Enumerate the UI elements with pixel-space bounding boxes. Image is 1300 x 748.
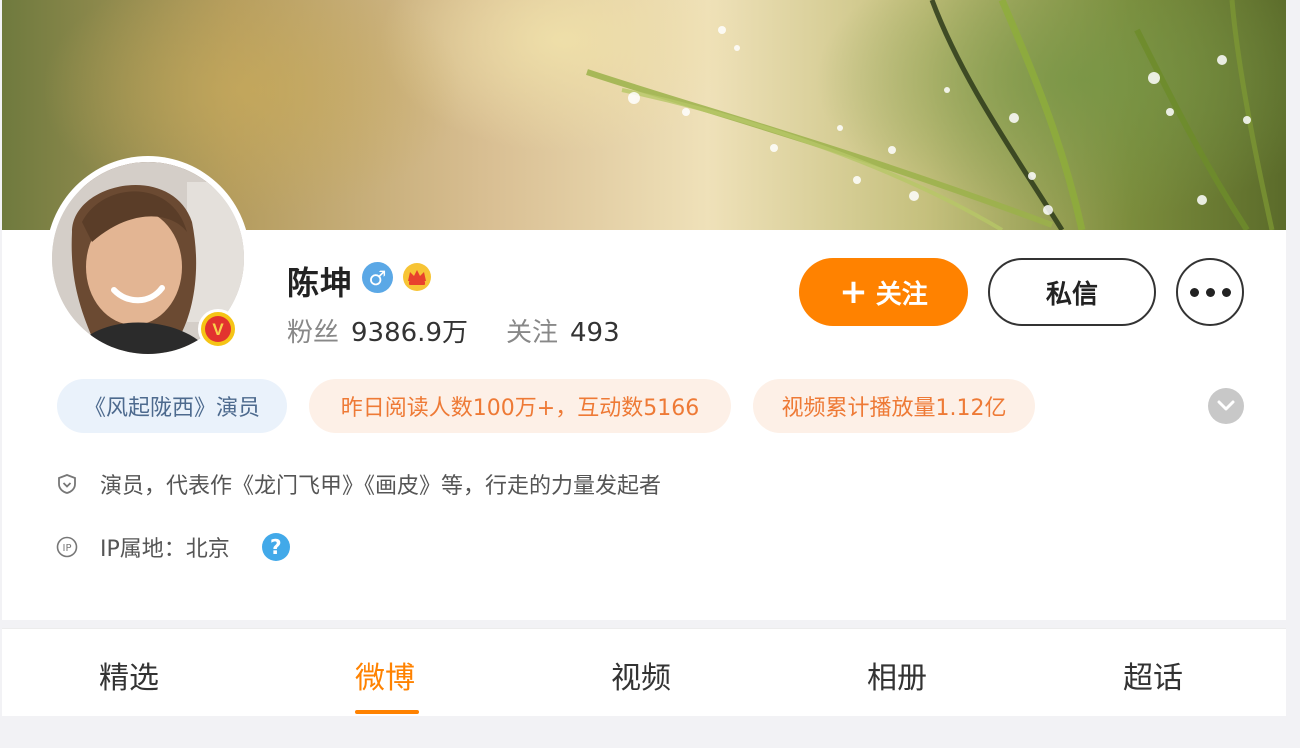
ip-location-text: IP属地：北京 bbox=[100, 537, 230, 562]
page-background-strip bbox=[0, 716, 1300, 748]
profile-stats: 粉丝 9386.9万 关注 493 bbox=[287, 312, 620, 349]
chevron-down-icon bbox=[1217, 400, 1235, 411]
follow-label: 关注 bbox=[875, 279, 928, 310]
ip-icon: IP bbox=[56, 536, 78, 558]
tab-albums[interactable]: 相册 bbox=[867, 653, 927, 697]
ip-location-row: IP IP属地：北京 ? bbox=[56, 531, 290, 563]
fans-label[interactable]: 粉丝 bbox=[287, 318, 339, 348]
bio-text: 演员，代表作《龙门飞甲》《画皮》等，行走的力量发起者 bbox=[100, 474, 662, 499]
follow-button[interactable]: + 关注 bbox=[799, 258, 968, 326]
crown-vip-icon[interactable] bbox=[402, 262, 432, 292]
plus-icon: + bbox=[839, 272, 868, 312]
profile-page: V 陈坤 ♂ 粉丝 9386.9万 关注 493 + 关注 私信 《风起陇西》演员 昨… bbox=[0, 0, 1300, 748]
role-tag[interactable]: 《风起陇西》演员 bbox=[57, 379, 287, 433]
tab-featured[interactable]: 精选 bbox=[99, 653, 159, 697]
profile-tabs: 精选 微博 视频 相册 超话 bbox=[2, 628, 1286, 716]
fans-count[interactable]: 9386.9万 bbox=[351, 318, 468, 348]
active-tab-indicator bbox=[355, 710, 419, 714]
following-count[interactable]: 493 bbox=[570, 318, 620, 348]
male-icon: ♂ bbox=[362, 262, 393, 293]
message-label: 私信 bbox=[1045, 279, 1098, 310]
message-button[interactable]: 私信 bbox=[988, 258, 1156, 326]
tab-videos[interactable]: 视频 bbox=[611, 653, 671, 697]
bio-row: 演员，代表作《龙门飞甲》《画皮》等，行走的力量发起者 bbox=[56, 468, 661, 500]
verified-v-letter: V bbox=[205, 316, 231, 342]
tab-weibo[interactable]: 微博 bbox=[355, 653, 415, 697]
verified-v-badge: V bbox=[198, 309, 238, 349]
read-stats-tag[interactable]: 昨日阅读人数100万+，互动数5166 bbox=[309, 379, 731, 433]
shield-icon bbox=[58, 474, 76, 494]
more-dots-icon bbox=[1189, 287, 1231, 297]
following-label[interactable]: 关注 bbox=[506, 318, 558, 348]
svg-text:IP: IP bbox=[63, 543, 72, 554]
tab-super-topics[interactable]: 超话 bbox=[1123, 653, 1183, 697]
help-icon[interactable]: ? bbox=[261, 533, 290, 561]
profile-name: 陈坤 bbox=[287, 264, 354, 302]
video-stats-tag[interactable]: 视频累计播放量1.12亿 bbox=[753, 379, 1035, 433]
expand-tags-button[interactable] bbox=[1208, 388, 1244, 424]
more-button[interactable] bbox=[1176, 258, 1244, 326]
